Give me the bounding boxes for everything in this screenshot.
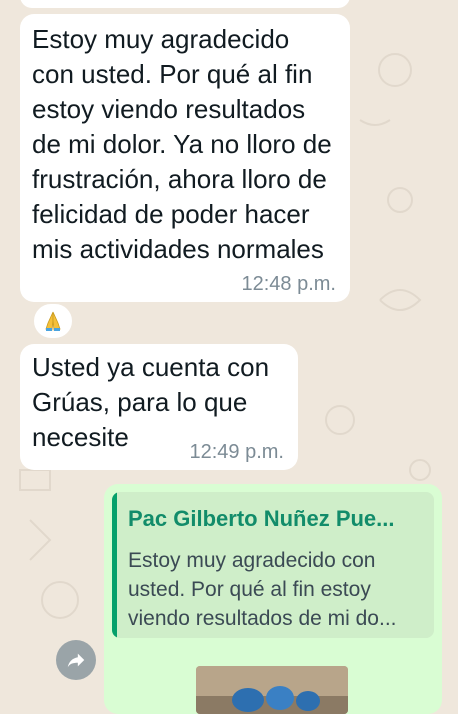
sent-message-bubble[interactable]: Pac Gilberto Nuñez Pue... Estoy muy agra…: [104, 484, 442, 714]
forward-button[interactable]: [56, 640, 96, 680]
quoted-message[interactable]: Pac Gilberto Nuñez Pue... Estoy muy agra…: [112, 492, 434, 638]
message-timestamp: 12:48 p.m.: [241, 273, 336, 295]
previous-bubble-edge: [20, 0, 350, 8]
message-timestamp: 12:49 p.m.: [189, 441, 284, 463]
forward-arrow-icon: [67, 653, 85, 668]
quote-accent-bar: [112, 492, 117, 638]
received-message-bubble[interactable]: Estoy muy agradecido con usted. Por qué …: [20, 14, 350, 302]
message-text: Estoy muy agradecido con usted. Por qué …: [32, 24, 332, 264]
media-image: [196, 666, 348, 714]
media-thumbnail[interactable]: [196, 666, 348, 714]
received-message-bubble[interactable]: Usted ya cuenta con Grúas, para lo que n…: [20, 344, 298, 470]
quoted-sender-name: Pac Gilberto Nuñez Pue...: [128, 506, 395, 531]
message-reaction[interactable]: [32, 302, 74, 340]
folded-hands-icon: [45, 311, 61, 331]
message-text: Usted ya cuenta con Grúas, para lo que n…: [32, 352, 270, 452]
quoted-message-text: Estoy muy agradecido con usted. Por qué …: [128, 549, 397, 630]
